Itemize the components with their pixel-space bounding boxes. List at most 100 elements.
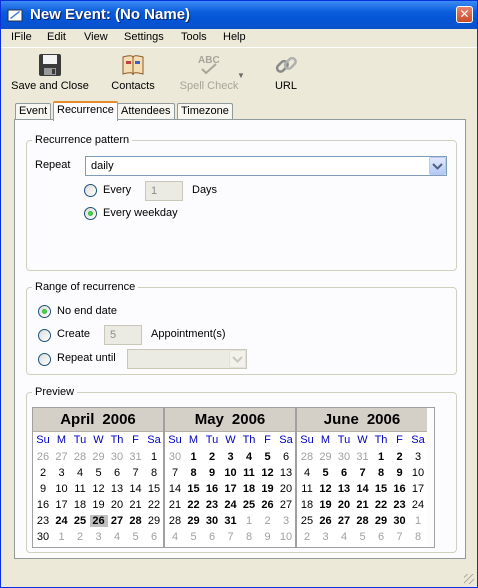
calendar-day[interactable]: 5 (185, 531, 203, 543)
close-button[interactable]: ✕ (456, 6, 473, 23)
calendar-day[interactable]: 24 (222, 499, 240, 511)
calendar-day[interactable]: 10 (409, 467, 427, 479)
calendar-day[interactable]: 24 (53, 515, 71, 527)
spell-check-dropdown-arrow-icon[interactable]: ▼ (237, 71, 245, 80)
calendar-day[interactable]: 13 (108, 483, 126, 495)
tab-attendees[interactable]: Attendees (117, 103, 175, 120)
calendar-day[interactable]: 30 (166, 451, 184, 463)
calendar-day[interactable]: 14 (127, 483, 145, 495)
calendar-day[interactable]: 27 (53, 451, 71, 463)
calendar-day[interactable]: 5 (127, 531, 145, 543)
no-end-date-radio[interactable] (38, 305, 51, 318)
calendar-day[interactable]: 15 (145, 483, 163, 495)
calendar-day[interactable]: 4 (298, 467, 316, 479)
calendar-day[interactable]: 21 (166, 499, 184, 511)
calendar-day[interactable]: 1 (409, 515, 427, 527)
tab-recurrence[interactable]: Recurrence (53, 101, 118, 121)
calendar-day[interactable]: 5 (354, 531, 372, 543)
calendar-day[interactable]: 28 (166, 515, 184, 527)
chevron-down-icon[interactable] (229, 350, 246, 368)
calendar-day[interactable]: 1 (240, 515, 258, 527)
calendar-day[interactable]: 6 (145, 531, 163, 543)
calendar-day[interactable]: 23 (34, 515, 52, 527)
calendar-day[interactable]: 28 (127, 515, 145, 527)
calendar-day[interactable]: 18 (71, 499, 89, 511)
calendar-day[interactable]: 20 (335, 499, 353, 511)
calendar-day[interactable]: 7 (127, 467, 145, 479)
calendar-day[interactable]: 6 (108, 467, 126, 479)
calendar-day[interactable]: 29 (90, 451, 108, 463)
calendar-day[interactable]: 5 (90, 467, 108, 479)
calendar-day[interactable]: 30 (391, 515, 409, 527)
calendar-day[interactable]: 25 (298, 515, 316, 527)
calendar-day[interactable]: 28 (354, 515, 372, 527)
calendar-day[interactable]: 6 (203, 531, 221, 543)
menu-help[interactable]: Help (223, 31, 246, 43)
calendar-day[interactable]: 30 (203, 515, 221, 527)
calendar-day[interactable]: 4 (108, 531, 126, 543)
calendar-day[interactable]: 2 (391, 451, 409, 463)
every-days-input[interactable]: 1 (145, 181, 183, 201)
calendar-day[interactable]: 17 (222, 483, 240, 495)
calendar-day[interactable]: 16 (203, 483, 221, 495)
calendar-day[interactable]: 3 (409, 451, 427, 463)
chevron-down-icon[interactable] (429, 157, 446, 175)
calendar-day[interactable]: 28 (298, 451, 316, 463)
calendar-day[interactable]: 1 (145, 451, 163, 463)
calendar-day[interactable]: 27 (108, 515, 126, 527)
calendar-day[interactable]: 9 (34, 483, 52, 495)
resize-grip-icon[interactable] (464, 574, 474, 584)
contacts-button[interactable]: Contacts (105, 52, 161, 92)
calendar-day[interactable]: 30 (335, 451, 353, 463)
calendar-day[interactable]: 31 (222, 515, 240, 527)
calendar-day[interactable]: 12 (317, 483, 335, 495)
calendar-day[interactable]: 7 (166, 467, 184, 479)
calendar-day[interactable]: 29 (185, 515, 203, 527)
calendar-day[interactable]: 2 (203, 451, 221, 463)
calendar-day[interactable]: 12 (259, 467, 277, 479)
calendar-day[interactable]: 6 (277, 451, 295, 463)
calendar-day[interactable]: 2 (34, 467, 52, 479)
calendar-day[interactable]: 8 (185, 467, 203, 479)
calendar-day[interactable]: 1 (185, 451, 203, 463)
calendar-day[interactable]: 28 (71, 451, 89, 463)
create-count-radio[interactable] (38, 329, 51, 342)
calendar-day[interactable]: 15 (372, 483, 390, 495)
calendar-day[interactable]: 29 (372, 515, 390, 527)
calendar-day[interactable]: 1 (53, 531, 71, 543)
calendar-day[interactable]: 3 (222, 451, 240, 463)
calendar-day[interactable]: 19 (90, 499, 108, 511)
calendar-day[interactable]: 3 (90, 531, 108, 543)
calendar-day[interactable]: 8 (145, 467, 163, 479)
every-n-days-radio[interactable] (84, 184, 97, 197)
menu-tools[interactable]: Tools (181, 31, 207, 43)
calendar-day[interactable]: 18 (240, 483, 258, 495)
calendar-day[interactable]: 7 (391, 531, 409, 543)
calendar-day[interactable]: 25 (240, 499, 258, 511)
repeat-until-radio[interactable] (38, 353, 51, 366)
calendar-day[interactable]: 3 (277, 515, 295, 527)
calendar-day[interactable]: 14 (354, 483, 372, 495)
calendar-day[interactable]: 4 (240, 451, 258, 463)
calendar-day[interactable]: 9 (203, 467, 221, 479)
calendar-day[interactable]: 17 (409, 483, 427, 495)
calendar-day[interactable]: 2 (259, 515, 277, 527)
calendar-day[interactable]: 21 (354, 499, 372, 511)
calendar-day[interactable]: 8 (240, 531, 258, 543)
calendar-day[interactable]: 11 (240, 467, 258, 479)
title-bar[interactable]: New Event: (No Name) ✕ (1, 1, 477, 29)
save-and-close-button[interactable]: Save and Close (10, 52, 90, 92)
calendar-day[interactable]: 4 (71, 467, 89, 479)
calendar-day[interactable]: 11 (71, 483, 89, 495)
url-button[interactable]: URL (269, 52, 303, 92)
calendar-day-today[interactable]: 26 (89, 515, 108, 527)
calendar-day[interactable]: 7 (354, 467, 372, 479)
calendar-day[interactable]: 13 (335, 483, 353, 495)
tab-timezone[interactable]: Timezone (177, 103, 233, 120)
calendar-day[interactable]: 16 (391, 483, 409, 495)
menu-view[interactable]: View (84, 31, 108, 43)
calendar-day[interactable]: 3 (53, 467, 71, 479)
spell-check-button[interactable]: ABC Spell Check (176, 52, 242, 92)
calendar-day[interactable]: 26 (34, 451, 52, 463)
calendar-day[interactable]: 4 (166, 531, 184, 543)
